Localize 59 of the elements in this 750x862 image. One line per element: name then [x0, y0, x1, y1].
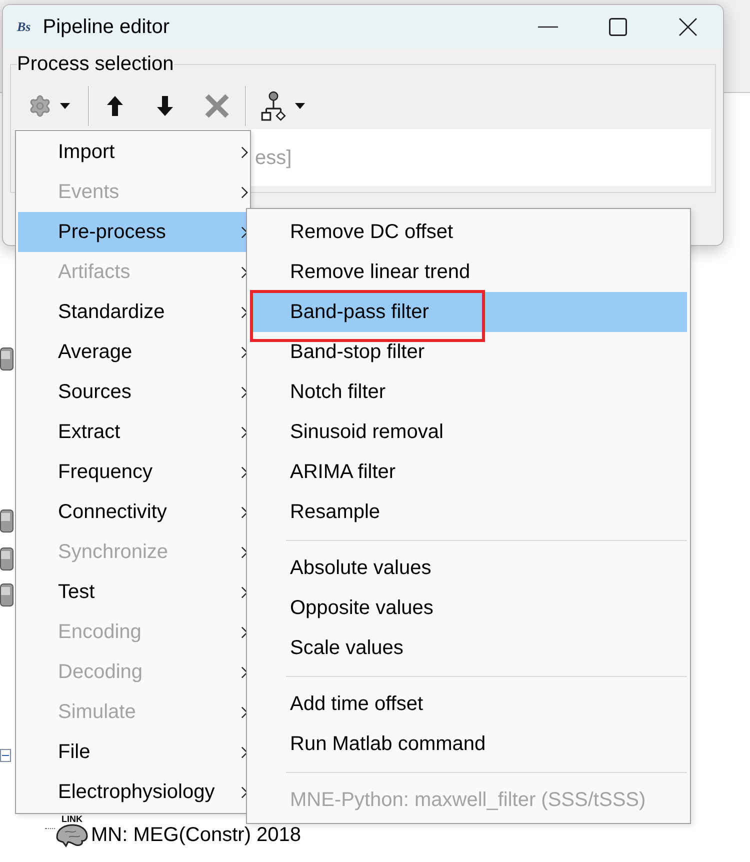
- brain-icon: [56, 824, 88, 847]
- window-title: Pipeline editor: [42, 15, 170, 40]
- menu-item[interactable]: File: [18, 732, 248, 772]
- chevron-right-icon: [241, 346, 248, 358]
- chevron-right-icon: [241, 506, 248, 518]
- chevron-right-icon: [241, 706, 248, 718]
- menu-item[interactable]: Test: [18, 572, 248, 612]
- chevron-right-icon: [241, 586, 248, 598]
- submenu-item[interactable]: Scale values: [250, 628, 687, 668]
- caret-down-icon: [60, 103, 70, 109]
- menu-item[interactable]: Extract: [18, 412, 248, 452]
- chevron-right-icon: [241, 306, 248, 318]
- submenu-item[interactable]: Remove DC offset: [250, 212, 687, 252]
- submenu-item[interactable]: Sinusoid removal: [250, 412, 687, 452]
- menu-item[interactable]: Connectivity: [18, 492, 248, 532]
- arrow-down-icon: [157, 96, 173, 116]
- link-label: LINK: [62, 814, 82, 824]
- chevron-right-icon: [241, 386, 248, 398]
- submenu-item[interactable]: ARIMA filter: [250, 452, 687, 492]
- collapse-icon[interactable]: [0, 749, 11, 762]
- tree-node-label[interactable]: MN: MEG(Constr) 2018: [91, 823, 302, 847]
- chevron-right-icon: [241, 666, 248, 678]
- app-logo: Bs: [17, 20, 31, 34]
- chevron-right-icon: [241, 146, 248, 158]
- submenu-item[interactable]: Band-stop filter: [250, 332, 687, 372]
- submenu-item[interactable]: Notch filter: [250, 372, 687, 412]
- caret-down-icon: [295, 103, 305, 109]
- menu-item[interactable]: Standardize: [18, 292, 248, 332]
- chevron-right-icon: [241, 226, 248, 238]
- arrow-up-icon: [107, 96, 123, 116]
- placeholder-text: ess]: [255, 146, 292, 170]
- menu-item[interactable]: Import: [18, 132, 248, 172]
- submenu-item[interactable]: Resample: [250, 492, 687, 532]
- close-icon: [679, 18, 697, 36]
- submenu-item[interactable]: Run Matlab command: [250, 724, 687, 764]
- delete-icon: [205, 94, 229, 118]
- chevron-right-icon: [241, 746, 248, 758]
- maximize-icon: [609, 18, 627, 36]
- menu-item[interactable]: Electrophysiology: [18, 772, 248, 812]
- menu-item[interactable]: Pre-process: [18, 212, 248, 252]
- chevron-right-icon: [241, 186, 248, 198]
- chevron-right-icon: [241, 786, 248, 798]
- submenu-item[interactable]: Remove linear trend: [250, 252, 687, 292]
- chevron-right-icon: [241, 266, 248, 278]
- submenu-item[interactable]: Band-pass filter: [250, 292, 687, 332]
- chevron-right-icon: [241, 546, 248, 558]
- chevron-right-icon: [241, 466, 248, 478]
- submenu-item[interactable]: Absolute values: [250, 548, 687, 588]
- chevron-right-icon: [241, 626, 248, 638]
- minimize-icon: [538, 26, 558, 28]
- menu-item[interactable]: Sources: [18, 372, 248, 412]
- submenu-item[interactable]: Add time offset: [250, 684, 687, 724]
- hierarchy-icon: [261, 91, 287, 121]
- chevron-right-icon: [241, 426, 248, 438]
- gear-icon: [28, 94, 52, 118]
- submenu-item[interactable]: Opposite values: [250, 588, 687, 628]
- menu-item[interactable]: Frequency: [18, 452, 248, 492]
- group-title: Process selection: [17, 53, 174, 76]
- menu-item[interactable]: Average: [18, 332, 248, 372]
